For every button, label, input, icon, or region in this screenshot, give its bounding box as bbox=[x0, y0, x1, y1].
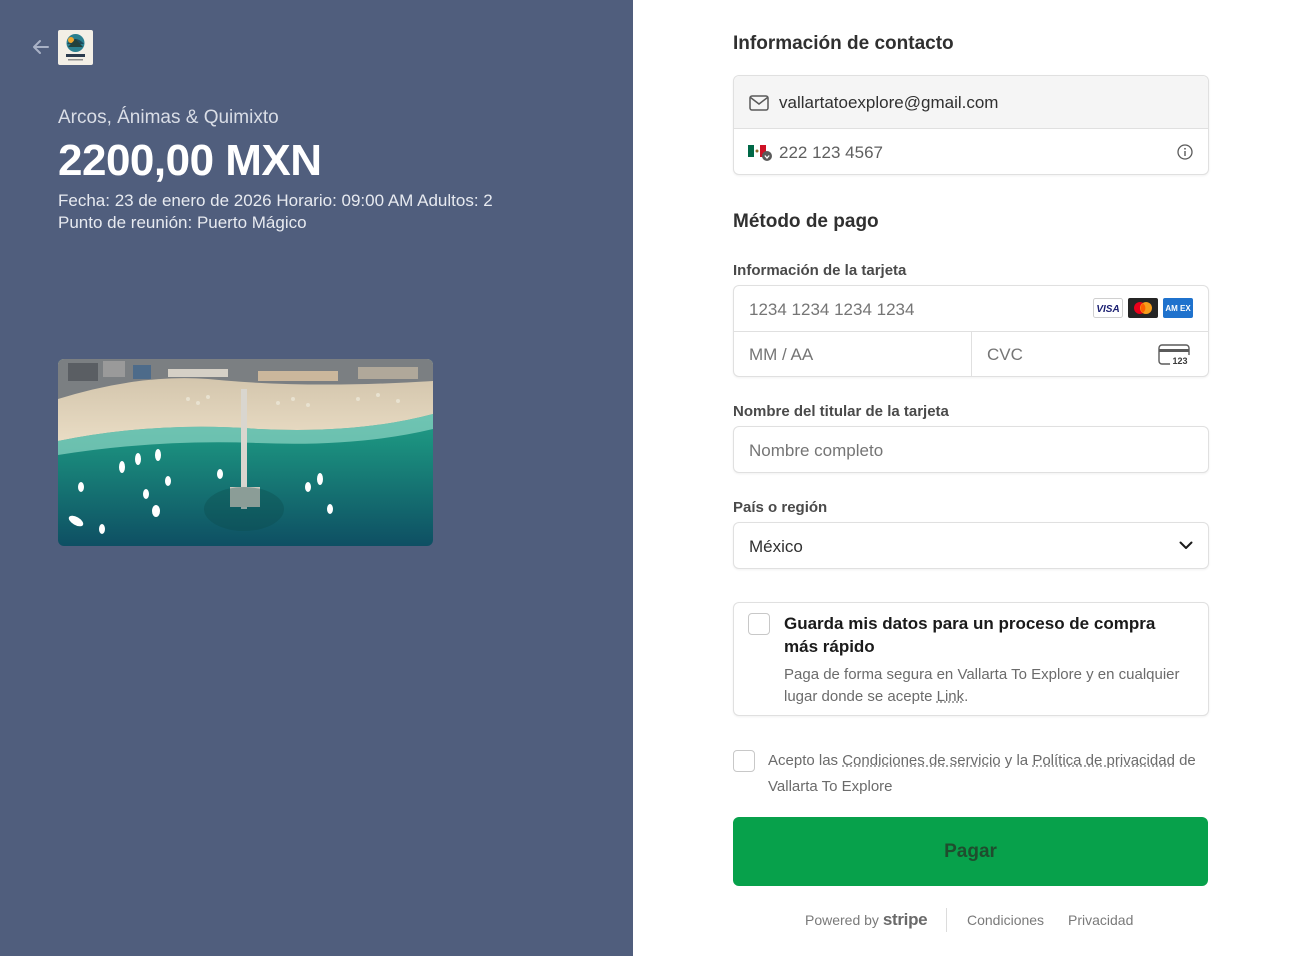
save-info-checkbox[interactable] bbox=[748, 613, 770, 635]
stripe-logo: stripe bbox=[882, 910, 928, 929]
powered-by-label: Powered by bbox=[805, 912, 879, 928]
description-line-2: Punto de reunión: Puerto Mágico bbox=[58, 213, 307, 232]
email-value: vallartatoexplore@gmail.com bbox=[779, 93, 999, 112]
privacy-policy-link[interactable]: Política de privacidad bbox=[1032, 752, 1175, 769]
description-line-1: Fecha: 23 de enero de 2026 Horario: 09:0… bbox=[58, 191, 493, 210]
envelope-icon bbox=[749, 95, 769, 111]
cvc-placeholder: CVC bbox=[987, 345, 1023, 364]
save-info-subtitle: Paga de forma segura en Vallarta To Expl… bbox=[784, 664, 1194, 708]
business-logo[interactable] bbox=[58, 30, 93, 65]
product-image bbox=[58, 359, 433, 546]
save-info-title: Guarda mis datos para un proceso de comp… bbox=[784, 614, 1156, 656]
terms-middle: y la bbox=[1000, 752, 1033, 769]
amex-icon: AM EX bbox=[1163, 298, 1193, 318]
card-number-placeholder: 1234 1234 1234 1234 bbox=[749, 300, 915, 319]
checkout-form: Información de contacto vallartatoexplor… bbox=[633, 0, 1292, 956]
footer: Powered by stripe Condiciones Privacidad bbox=[633, 906, 1292, 934]
card-number-field[interactable]: 1234 1234 1234 1234 VISA AM EX bbox=[734, 286, 1208, 332]
save-info-subtitle-end: . bbox=[964, 688, 969, 705]
terms-checkbox[interactable] bbox=[733, 750, 755, 772]
visa-icon: VISA bbox=[1093, 298, 1123, 318]
mexico-flag-icon[interactable] bbox=[748, 143, 774, 163]
country-select[interactable]: México bbox=[733, 522, 1209, 569]
chevron-down-icon bbox=[1179, 541, 1193, 549]
contact-section-title: Información de contacto bbox=[733, 33, 954, 54]
back-arrow-icon[interactable] bbox=[30, 36, 52, 58]
card-info-label: Información de la tarjeta bbox=[733, 262, 907, 279]
terms-prefix: Acepto las bbox=[768, 752, 843, 769]
cardholder-name-field[interactable]: Nombre completo bbox=[733, 426, 1209, 473]
cvc-field[interactable]: CVC 123 bbox=[972, 332, 1209, 377]
logo-emblem-icon bbox=[66, 34, 85, 61]
privacy-link[interactable]: Privacidad bbox=[1068, 912, 1133, 928]
mastercard-icon bbox=[1128, 298, 1158, 318]
save-info-box: Guarda mis datos para un proceso de comp… bbox=[733, 602, 1209, 716]
order-summary-panel: Arcos, Ánimas & Quimixto 2200,00 MXN Fec… bbox=[0, 0, 633, 956]
total-price: 2200,00 MXN bbox=[58, 136, 322, 185]
visa-text: VISA bbox=[1096, 304, 1119, 315]
cvc-card-icon: 123 bbox=[1158, 344, 1191, 366]
email-field[interactable]: vallartatoexplore@gmail.com bbox=[734, 76, 1208, 129]
phone-field[interactable]: 222 123 4567 bbox=[734, 129, 1208, 175]
country-label: País o región bbox=[733, 499, 828, 516]
pay-button[interactable]: Pagar bbox=[733, 817, 1208, 886]
terms-of-service-link[interactable]: Condiciones de servicio bbox=[842, 752, 1000, 769]
cvc-icon-text: 123 bbox=[1172, 356, 1187, 366]
expiry-placeholder: MM / AA bbox=[749, 345, 814, 364]
card-info-box: 1234 1234 1234 1234 VISA AM EX MM / AA C… bbox=[733, 285, 1209, 377]
save-info-subtitle-text: Paga de forma segura en Vallarta To Expl… bbox=[784, 666, 1180, 705]
product-description: Fecha: 23 de enero de 2026 Horario: 09:0… bbox=[58, 190, 558, 234]
payment-section-title: Método de pago bbox=[733, 211, 879, 232]
link-link[interactable]: Link bbox=[937, 688, 965, 705]
expiry-field[interactable]: MM / AA bbox=[734, 332, 972, 377]
cardholder-label: Nombre del titular de la tarjeta bbox=[733, 403, 949, 420]
footer-divider bbox=[946, 908, 947, 932]
info-icon[interactable] bbox=[1177, 144, 1193, 160]
amex-text: AM EX bbox=[1165, 304, 1191, 313]
terms-text: Acepto las Condiciones de servicio y la … bbox=[768, 748, 1208, 800]
powered-by-stripe[interactable]: Powered by stripe bbox=[805, 910, 928, 930]
phone-value: 222 123 4567 bbox=[779, 143, 883, 162]
conditions-link[interactable]: Condiciones bbox=[967, 912, 1044, 928]
country-value: México bbox=[749, 537, 803, 556]
cardholder-placeholder: Nombre completo bbox=[749, 441, 884, 460]
contact-info-box: vallartatoexplore@gmail.com 222 123 4567 bbox=[733, 75, 1209, 175]
product-name: Arcos, Ánimas & Quimixto bbox=[58, 107, 279, 128]
